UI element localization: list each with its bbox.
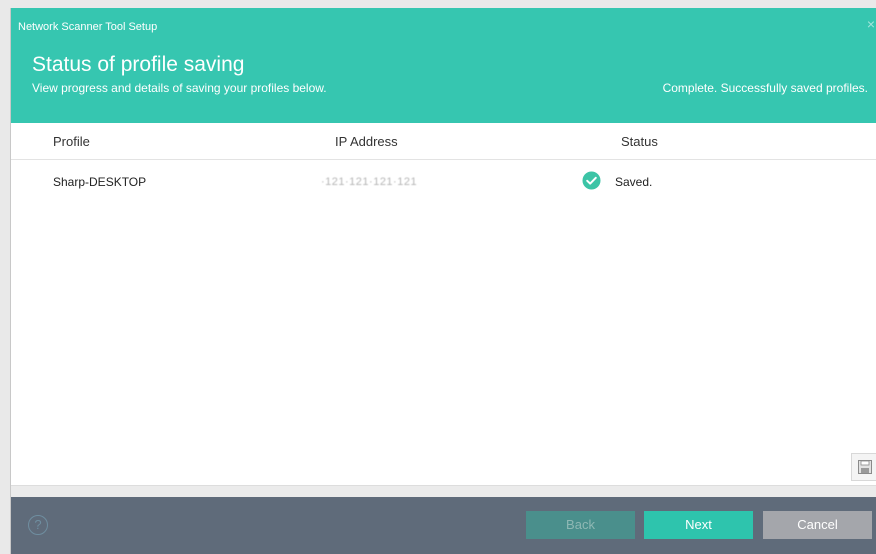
check-circle-icon <box>582 171 601 190</box>
column-header-ip-address[interactable]: IP Address <box>335 134 398 150</box>
profile-cell: Sharp-DESKTOP <box>53 175 147 189</box>
cancel-button[interactable]: Cancel <box>763 511 872 539</box>
next-button[interactable]: Next <box>644 511 753 539</box>
header-banner: Network Scanner Tool Setup × Status of p… <box>11 8 876 123</box>
column-header-profile[interactable]: Profile <box>53 134 90 150</box>
footer-bar: ? Back Next Cancel <box>11 497 876 554</box>
setup-window: Network Scanner Tool Setup × Status of p… <box>10 8 876 554</box>
status-cell: Saved. <box>615 175 653 189</box>
help-icon[interactable]: ? <box>28 515 48 535</box>
table-row[interactable]: Sharp-DESKTOP ·121·121·121·121 Saved. <box>11 160 876 202</box>
horizontal-scrollbar[interactable] <box>11 485 876 497</box>
close-icon[interactable]: × <box>867 17 875 31</box>
window-title: Network Scanner Tool Setup <box>18 21 158 33</box>
table-header: Profile IP Address Status <box>11 123 876 160</box>
back-button[interactable]: Back <box>526 511 635 539</box>
page-subtitle: View progress and details of saving your… <box>32 81 327 95</box>
column-header-status[interactable]: Status <box>621 134 658 150</box>
page-title: Status of profile saving <box>32 53 245 76</box>
save-log-icon[interactable] <box>851 453 876 481</box>
ip-address-cell: ·121·121·121·121 <box>321 176 418 188</box>
status-summary: Complete. Successfully saved profiles. <box>662 81 868 95</box>
